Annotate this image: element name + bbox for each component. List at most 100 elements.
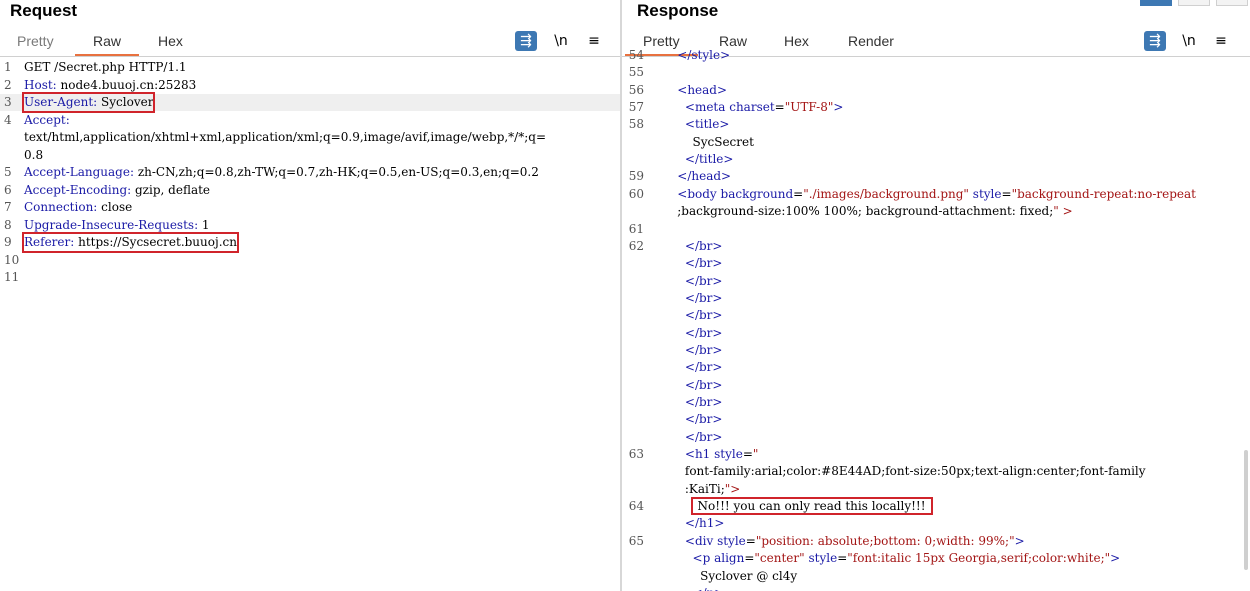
request-editor[interactable]: 1 GET /Secret.php HTTP/1.1 2 Host: node4.bu… [0,57,620,591]
response-line: </br> [622,255,1250,272]
response-line-content: No!!! you can only read this locally!!! [662,497,933,516]
response-line-content: </title> [684,152,734,167]
header-name: Accept-Language: [24,165,135,179]
layout-button-1[interactable] [1140,0,1172,6]
request-line: text/html,application/xhtml+xml,applicat… [0,129,620,146]
line-number: 5 [4,165,12,179]
layout-button-3[interactable] [1216,0,1248,6]
response-line: <p align="center" style="font:italic 15p… [622,550,1250,567]
response-line-content: </br> [684,395,723,409]
request-line: 4 Accept: [0,112,620,129]
response-editor[interactable]: 54 </style> 55 56 <head> 57 <meta charset="… [622,48,1250,591]
request-line-content: Connection: close [24,199,132,216]
line-number: 11 [4,270,20,284]
response-line-content: </head> [677,169,732,184]
layout-button-2[interactable] [1178,0,1210,6]
response-line: 56 <head> [622,82,1250,99]
request-title: Request [10,1,78,20]
line-number: 63 [628,447,644,462]
response-line: 60 <body background="./images/background… [622,186,1250,203]
response-line: 61 [622,221,1250,238]
request-line-content: Accept-Language: zh-CN,zh;q=0.8,zh-TW;q=… [24,164,539,181]
line-number: 2 [4,77,12,92]
tab-raw[interactable]: Raw [74,33,140,56]
header-name: Accept-Encoding: [24,182,132,197]
request-line-content: Host: node4.buuoj.cn:25283 [24,77,196,94]
response-line-content: :KaiTi;"> [662,481,741,496]
response-line-content: <h1 style=" [684,447,759,462]
highlighted-header: User-Agent: Syclover [21,92,156,113]
header-name: Connection: [24,200,98,214]
line-number: 59 [628,169,644,184]
response-line-content: </br> [684,308,723,323]
tab-pretty[interactable]: Pretty [17,33,54,49]
header-value: zh-CN,zh;q=0.8,zh-TW;q=0.7,zh-HK;q=0.5,e… [134,165,539,179]
response-line: </br> [622,342,1250,359]
header-value: GET /Secret.php HTTP/1.1 [24,60,187,74]
word-wrap-icon[interactable]: ⇶ [515,31,537,51]
response-line-content: <body background="./images/background.pn… [677,186,1196,201]
response-line-content: </br> [684,273,723,288]
response-line-content: <head> [677,82,728,97]
header-name: Accept: [24,112,70,127]
response-line: </br> [622,377,1250,394]
line-number: 8 [4,217,12,232]
response-line-content: SycSecret [662,134,754,149]
line-number: 4 [4,112,12,127]
response-line-content: <meta charset="UTF-8"> [684,100,844,115]
request-line: 1 GET /Secret.php HTTP/1.1 [0,59,620,76]
response-line-content: </p> [662,585,725,591]
request-line-content: 0.8 [24,147,43,164]
request-line: 0.8 [0,147,620,164]
response-line: </br> [622,411,1250,428]
response-line-content: </br> [684,412,723,427]
request-line: 6 Accept-Encoding: gzip, deflate [0,182,620,199]
header-value: gzip, deflate [131,182,211,197]
request-pane: Request Pretty Raw Hex ⇶ \n ≡ 1 GET /Secr… [0,0,620,591]
line-number: 56 [628,82,644,97]
response-line: 57 <meta charset="UTF-8"> [622,99,1250,116]
line-number: 58 [628,117,644,132]
highlighted-header: Referer: https://Sycsecret.buuoj.cn [22,232,239,253]
scrollbar[interactable] [1244,450,1248,570]
newline-toggle[interactable]: \n [550,31,572,51]
request-line-content: Accept: [24,112,70,129]
response-line-content: </br> [684,325,723,340]
line-number: 3 [4,95,12,109]
response-line: SycSecret [622,134,1250,151]
response-line: 63 <h1 style=" [622,446,1250,463]
response-line: </br> [622,429,1250,446]
response-line-content: </h1> [684,516,725,531]
response-line-content: <div style="position: absolute;bottom: 0… [684,533,1025,548]
response-line: 62 </br> [622,238,1250,255]
response-line: </br> [622,307,1250,324]
response-line: </p> [622,585,1250,591]
line-number: 60 [628,186,644,201]
request-line-content: text/html,application/xhtml+xml,applicat… [24,129,546,146]
response-line-content: </br> [684,377,723,392]
request-line: 7 Connection: close [0,199,620,216]
response-line: Syclover @ cl4y [622,568,1250,585]
response-line: font-family:arial;color:#8E44AD;font-siz… [622,463,1250,480]
response-line: 64 No!!! you can only read this locally!… [622,497,1250,516]
response-line: 55 [622,64,1250,81]
request-line: 2 Host: node4.buuoj.cn:25283 [0,77,620,94]
response-line-content: ;background-size:100% 100%; background-a… [662,204,1073,219]
response-line-content: </br> [684,238,723,253]
line-number: 55 [628,65,644,80]
line-number: 61 [628,221,644,236]
line-number: 57 [628,100,644,115]
line-number: 10 [4,252,20,267]
line-number: 64 [628,499,644,514]
header-name: Host: [24,77,57,92]
line-number: 7 [4,200,12,214]
menu-icon[interactable]: ≡ [583,31,605,51]
response-line-content: font-family:arial;color:#8E44AD;font-siz… [662,464,1146,479]
response-pane: Response Pretty Raw Hex Render ⇶ \n ≡ 54… [622,0,1250,591]
line-number: 9 [4,235,12,249]
response-title: Response [637,1,719,20]
line-number: 54 [628,48,644,62]
request-line: 11 [0,269,620,286]
response-line: 58 <title> [622,116,1250,133]
tab-hex[interactable]: Hex [158,33,183,49]
